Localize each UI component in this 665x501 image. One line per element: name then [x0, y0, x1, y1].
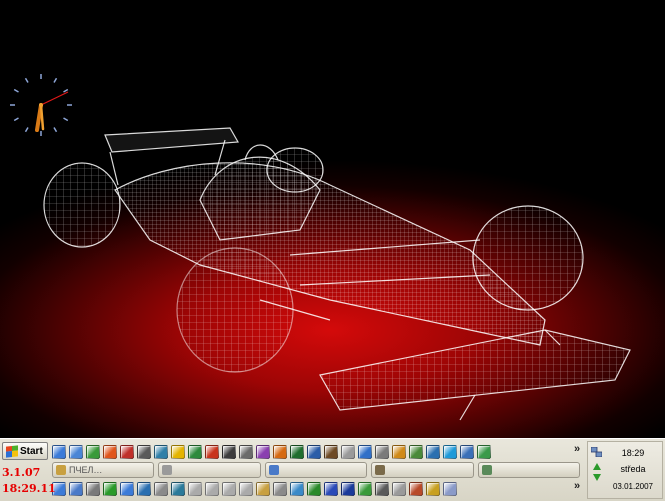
tray-date: 03.01.2007 — [612, 482, 654, 491]
picture-icon[interactable] — [477, 445, 491, 459]
document-icon[interactable] — [69, 445, 83, 459]
quick-launch-bottom-chevron[interactable]: » — [574, 480, 580, 492]
task-button[interactable] — [477, 462, 581, 478]
task-app-icon — [268, 465, 279, 475]
cd-icon[interactable] — [341, 445, 355, 459]
quick-launch-top — [52, 443, 491, 461]
task-buttons: ПЧЕЛ… — [52, 462, 581, 478]
windows-logo-icon — [6, 444, 18, 458]
target-icon[interactable] — [120, 445, 134, 459]
up-down-arrows-icon[interactable] — [592, 462, 602, 482]
system-tray: 18:29 středa 03.01.2007 — [587, 441, 663, 499]
quick-launch-top-chevron[interactable]: » — [574, 443, 580, 455]
start-label: Start — [20, 445, 43, 457]
music-icon[interactable] — [273, 445, 287, 459]
task-button[interactable]: ПЧЕЛ… — [52, 462, 155, 478]
task-button[interactable] — [158, 462, 261, 478]
calendar-icon[interactable] — [222, 445, 236, 459]
drive-icon[interactable] — [205, 482, 219, 496]
battery-icon[interactable] — [443, 482, 457, 496]
gear-icon[interactable] — [154, 445, 168, 459]
book-icon[interactable] — [358, 482, 372, 496]
drive-icon[interactable] — [239, 482, 253, 496]
calculator-icon[interactable] — [409, 445, 423, 459]
ie-icon[interactable] — [52, 445, 66, 459]
task-app-icon — [56, 465, 66, 475]
ie-icon[interactable] — [120, 482, 134, 496]
terminal-icon[interactable] — [290, 445, 304, 459]
monitor-icon[interactable] — [460, 445, 474, 459]
settings-icon[interactable] — [256, 445, 270, 459]
transfer-icon[interactable] — [239, 445, 253, 459]
desktop[interactable] — [0, 0, 665, 438]
task-button[interactable] — [264, 462, 368, 478]
task-button[interactable] — [371, 462, 474, 478]
user-icon[interactable] — [290, 482, 304, 496]
network-icon[interactable] — [591, 447, 602, 457]
task-app-icon — [162, 465, 173, 475]
chart-icon[interactable] — [137, 445, 151, 459]
firefox-icon[interactable] — [103, 445, 117, 459]
media-icon[interactable] — [341, 482, 355, 496]
task-label: ПЧЕЛ… — [69, 465, 103, 475]
help-icon[interactable] — [358, 445, 372, 459]
windows-icon[interactable] — [205, 445, 219, 459]
network-icon[interactable] — [171, 482, 185, 496]
disk-icon[interactable] — [324, 445, 338, 459]
paint-icon[interactable] — [86, 445, 100, 459]
edit-icon[interactable] — [426, 482, 440, 496]
skype-icon[interactable] — [443, 445, 457, 459]
drive-icon[interactable] — [222, 482, 236, 496]
pen-icon[interactable] — [409, 482, 423, 496]
search-icon[interactable] — [392, 445, 406, 459]
notes-icon[interactable] — [426, 445, 440, 459]
floppy-icon[interactable] — [324, 482, 338, 496]
analog-clock-widget[interactable] — [6, 70, 76, 140]
package-icon[interactable] — [256, 482, 270, 496]
folder-icon[interactable] — [137, 482, 151, 496]
task-app-icon — [375, 465, 386, 475]
taskbar: Start » ПЧЕЛ… » 18:29 středa 03.01.2007 — [0, 438, 665, 501]
clock-icon[interactable] — [103, 482, 117, 496]
document-icon[interactable] — [86, 482, 100, 496]
audio-icon[interactable] — [154, 482, 168, 496]
chip-icon[interactable] — [375, 482, 389, 496]
star-icon[interactable] — [171, 445, 185, 459]
computer-icon[interactable] — [69, 482, 83, 496]
wireframe-car-wallpaper — [43, 127, 631, 421]
tray-clock[interactable]: 18:29 — [604, 448, 662, 458]
start-button[interactable]: Start — [2, 442, 48, 460]
printer-icon[interactable] — [273, 482, 287, 496]
desktop-time-overlay: 18:29.11 — [2, 482, 56, 495]
drive-icon[interactable] — [392, 482, 406, 496]
flower-icon[interactable] — [307, 482, 321, 496]
spreadsheet-icon[interactable] — [188, 445, 202, 459]
drive-icon[interactable] — [188, 482, 202, 496]
tray-weekday: středa — [620, 464, 646, 474]
sync-icon[interactable] — [307, 445, 321, 459]
desktop-date-overlay: 3.1.07 — [2, 466, 41, 479]
quick-launch-bottom — [52, 480, 457, 498]
tools-icon[interactable] — [375, 445, 389, 459]
task-app-icon — [481, 465, 492, 475]
